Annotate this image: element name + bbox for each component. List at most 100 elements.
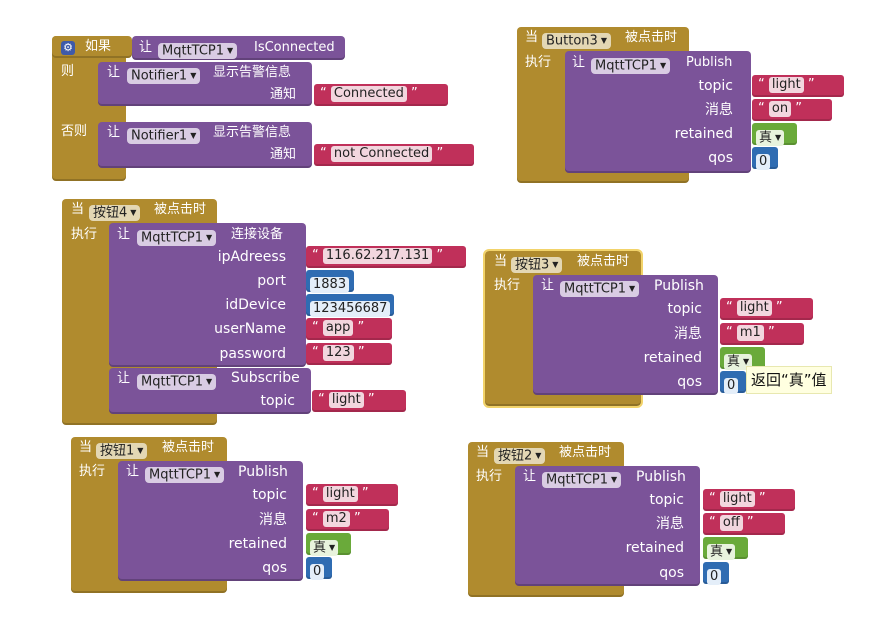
text-block-ip[interactable]: “ 116.62.217.131 ” [306, 246, 466, 268]
dropdown-value: MqttTCP1 [141, 374, 204, 389]
text-value[interactable]: app [322, 320, 354, 336]
param-label-ip: ipAdreess [217, 249, 286, 265]
param-label-message: 消息 [656, 516, 684, 532]
number-value[interactable]: 0 [724, 378, 739, 394]
text-block-message[interactable]: “ m1 ” [720, 323, 804, 345]
component-dropdown[interactable]: MqttTCP1 ▼ [137, 226, 217, 246]
method-label: IsConnected [254, 40, 335, 55]
number-value[interactable]: 1883 [310, 277, 350, 293]
text-block-topic[interactable]: “ light ” [720, 298, 813, 320]
number-block-id-device[interactable]: 123456687 [306, 294, 394, 317]
bool-value: 真 [727, 354, 741, 369]
component-dropdown[interactable]: MqttTCP1 ▼ [145, 463, 225, 483]
number-block-port[interactable]: 1883 [306, 270, 354, 293]
text-value[interactable]: m2 [322, 511, 350, 527]
number-block-qos[interactable]: 0 [703, 562, 729, 585]
param-label-qos: qos [708, 150, 733, 166]
text-block-topic[interactable]: “ light ” [703, 489, 795, 511]
text-value[interactable]: on [768, 101, 792, 117]
when-label: 当 [525, 30, 539, 45]
component-dropdown[interactable]: 按钮4 ▼ [89, 201, 141, 221]
gear-icon[interactable]: ⚙ [61, 41, 75, 55]
logic-true-block[interactable]: 真 ▼ [703, 537, 748, 560]
text-block-message[interactable]: “ off ” [703, 513, 785, 535]
component-dropdown[interactable]: 按钮1 ▼ [96, 439, 148, 459]
component-dropdown[interactable]: MqttTCP1 ▼ [137, 370, 217, 390]
param-label-user-name: userName [214, 321, 286, 337]
if-label: 如果 [85, 39, 112, 54]
number-block-qos[interactable]: 0 [752, 147, 778, 170]
chevron-down-icon: ▼ [190, 70, 197, 80]
logic-true-block[interactable]: 真 ▼ [306, 533, 351, 556]
dropdown-value: Notifier1 [131, 68, 188, 83]
chevron-down-icon[interactable]: ▼ [726, 547, 732, 556]
text-value[interactable]: 116.62.217.131 [322, 248, 433, 264]
component-dropdown[interactable]: Notifier1 ▼ [127, 124, 201, 144]
text-block-not-connected[interactable]: “ not Connected ” [314, 144, 474, 166]
call-label: 让 [523, 469, 537, 484]
number-value[interactable]: 123456687 [310, 301, 391, 317]
text-value[interactable]: light [768, 77, 804, 93]
component-dropdown[interactable]: MqttTCP1 ▼ [560, 277, 640, 297]
text-value[interactable]: light [322, 486, 358, 502]
clicked-label: 被点击时 [577, 254, 630, 269]
param-label-topic: topic [698, 78, 733, 94]
param-label-topic: topic [252, 487, 287, 503]
text-block-connected[interactable]: “ Connected ” [314, 84, 448, 106]
clicked-label: 被点击时 [154, 202, 207, 217]
do-label: 执行 [494, 278, 521, 293]
chevron-down-icon[interactable]: ▼ [743, 357, 749, 366]
text-value[interactable]: Connected [330, 86, 407, 102]
number-value[interactable]: 0 [707, 569, 722, 585]
method-label: 显示告警信息 [213, 65, 292, 80]
component-dropdown[interactable]: 按钮3 ▼ [511, 253, 563, 273]
text-block-user-name[interactable]: “ app ” [306, 318, 392, 340]
text-value[interactable]: off [719, 515, 743, 531]
number-block-qos[interactable]: 0 [720, 371, 746, 394]
dropdown-value: Button3 [546, 33, 598, 48]
dropdown-value: MqttTCP1 [162, 43, 225, 58]
chevron-down-icon[interactable]: ▼ [329, 543, 335, 552]
text-value[interactable]: light [736, 300, 772, 316]
component-dropdown[interactable]: Notifier1 ▼ [127, 64, 201, 84]
param-label-password: password [219, 346, 286, 362]
dropdown-value: 按钮1 [100, 443, 135, 458]
method-label: 显示告警信息 [213, 125, 292, 140]
text-block-message[interactable]: “ m2 ” [306, 509, 389, 531]
then-label: 则 [61, 64, 75, 79]
notice-label: 通知 [269, 147, 296, 162]
logic-true-block[interactable]: 真 ▼ [752, 123, 797, 146]
number-value[interactable]: 0 [310, 564, 325, 580]
text-value[interactable]: light [719, 491, 755, 507]
number-block-qos[interactable]: 0 [306, 557, 332, 580]
text-value[interactable]: light [328, 392, 364, 408]
text-block-topic[interactable]: “ light ” [312, 390, 406, 412]
chevron-down-icon: ▼ [206, 376, 213, 386]
component-dropdown[interactable]: MqttTCP1 ▼ [591, 54, 671, 74]
param-label-qos: qos [659, 565, 684, 581]
bool-value: 真 [710, 544, 724, 559]
text-block-message[interactable]: “ on ” [752, 99, 832, 121]
dropdown-value: 按钮3 [515, 257, 550, 272]
dropdown-value: MqttTCP1 [149, 467, 212, 482]
text-block-topic[interactable]: “ light ” [752, 75, 844, 97]
component-dropdown[interactable]: MqttTCP1 ▼ [158, 39, 238, 59]
component-dropdown[interactable]: MqttTCP1 ▼ [542, 468, 622, 488]
text-value[interactable]: m1 [736, 325, 764, 341]
clicked-label: 被点击时 [162, 440, 215, 455]
text-value[interactable]: not Connected [330, 146, 433, 162]
chevron-down-icon: ▼ [227, 45, 234, 55]
component-dropdown[interactable]: 按钮2 ▼ [494, 444, 546, 464]
text-value[interactable]: 123 [322, 345, 354, 361]
chevron-down-icon[interactable]: ▼ [775, 133, 781, 142]
method-label: Publish [686, 55, 733, 70]
text-block-topic[interactable]: “ light ” [306, 484, 398, 506]
param-label-message: 消息 [259, 512, 287, 528]
text-block-password[interactable]: “ 123 ” [306, 343, 392, 365]
param-label-retained: retained [228, 536, 287, 552]
do-label: 执行 [476, 469, 503, 484]
param-label-qos: qos [262, 560, 287, 576]
component-dropdown[interactable]: Button3 ▼ [542, 29, 611, 49]
param-label-port: port [257, 273, 286, 289]
number-value[interactable]: 0 [756, 154, 771, 170]
